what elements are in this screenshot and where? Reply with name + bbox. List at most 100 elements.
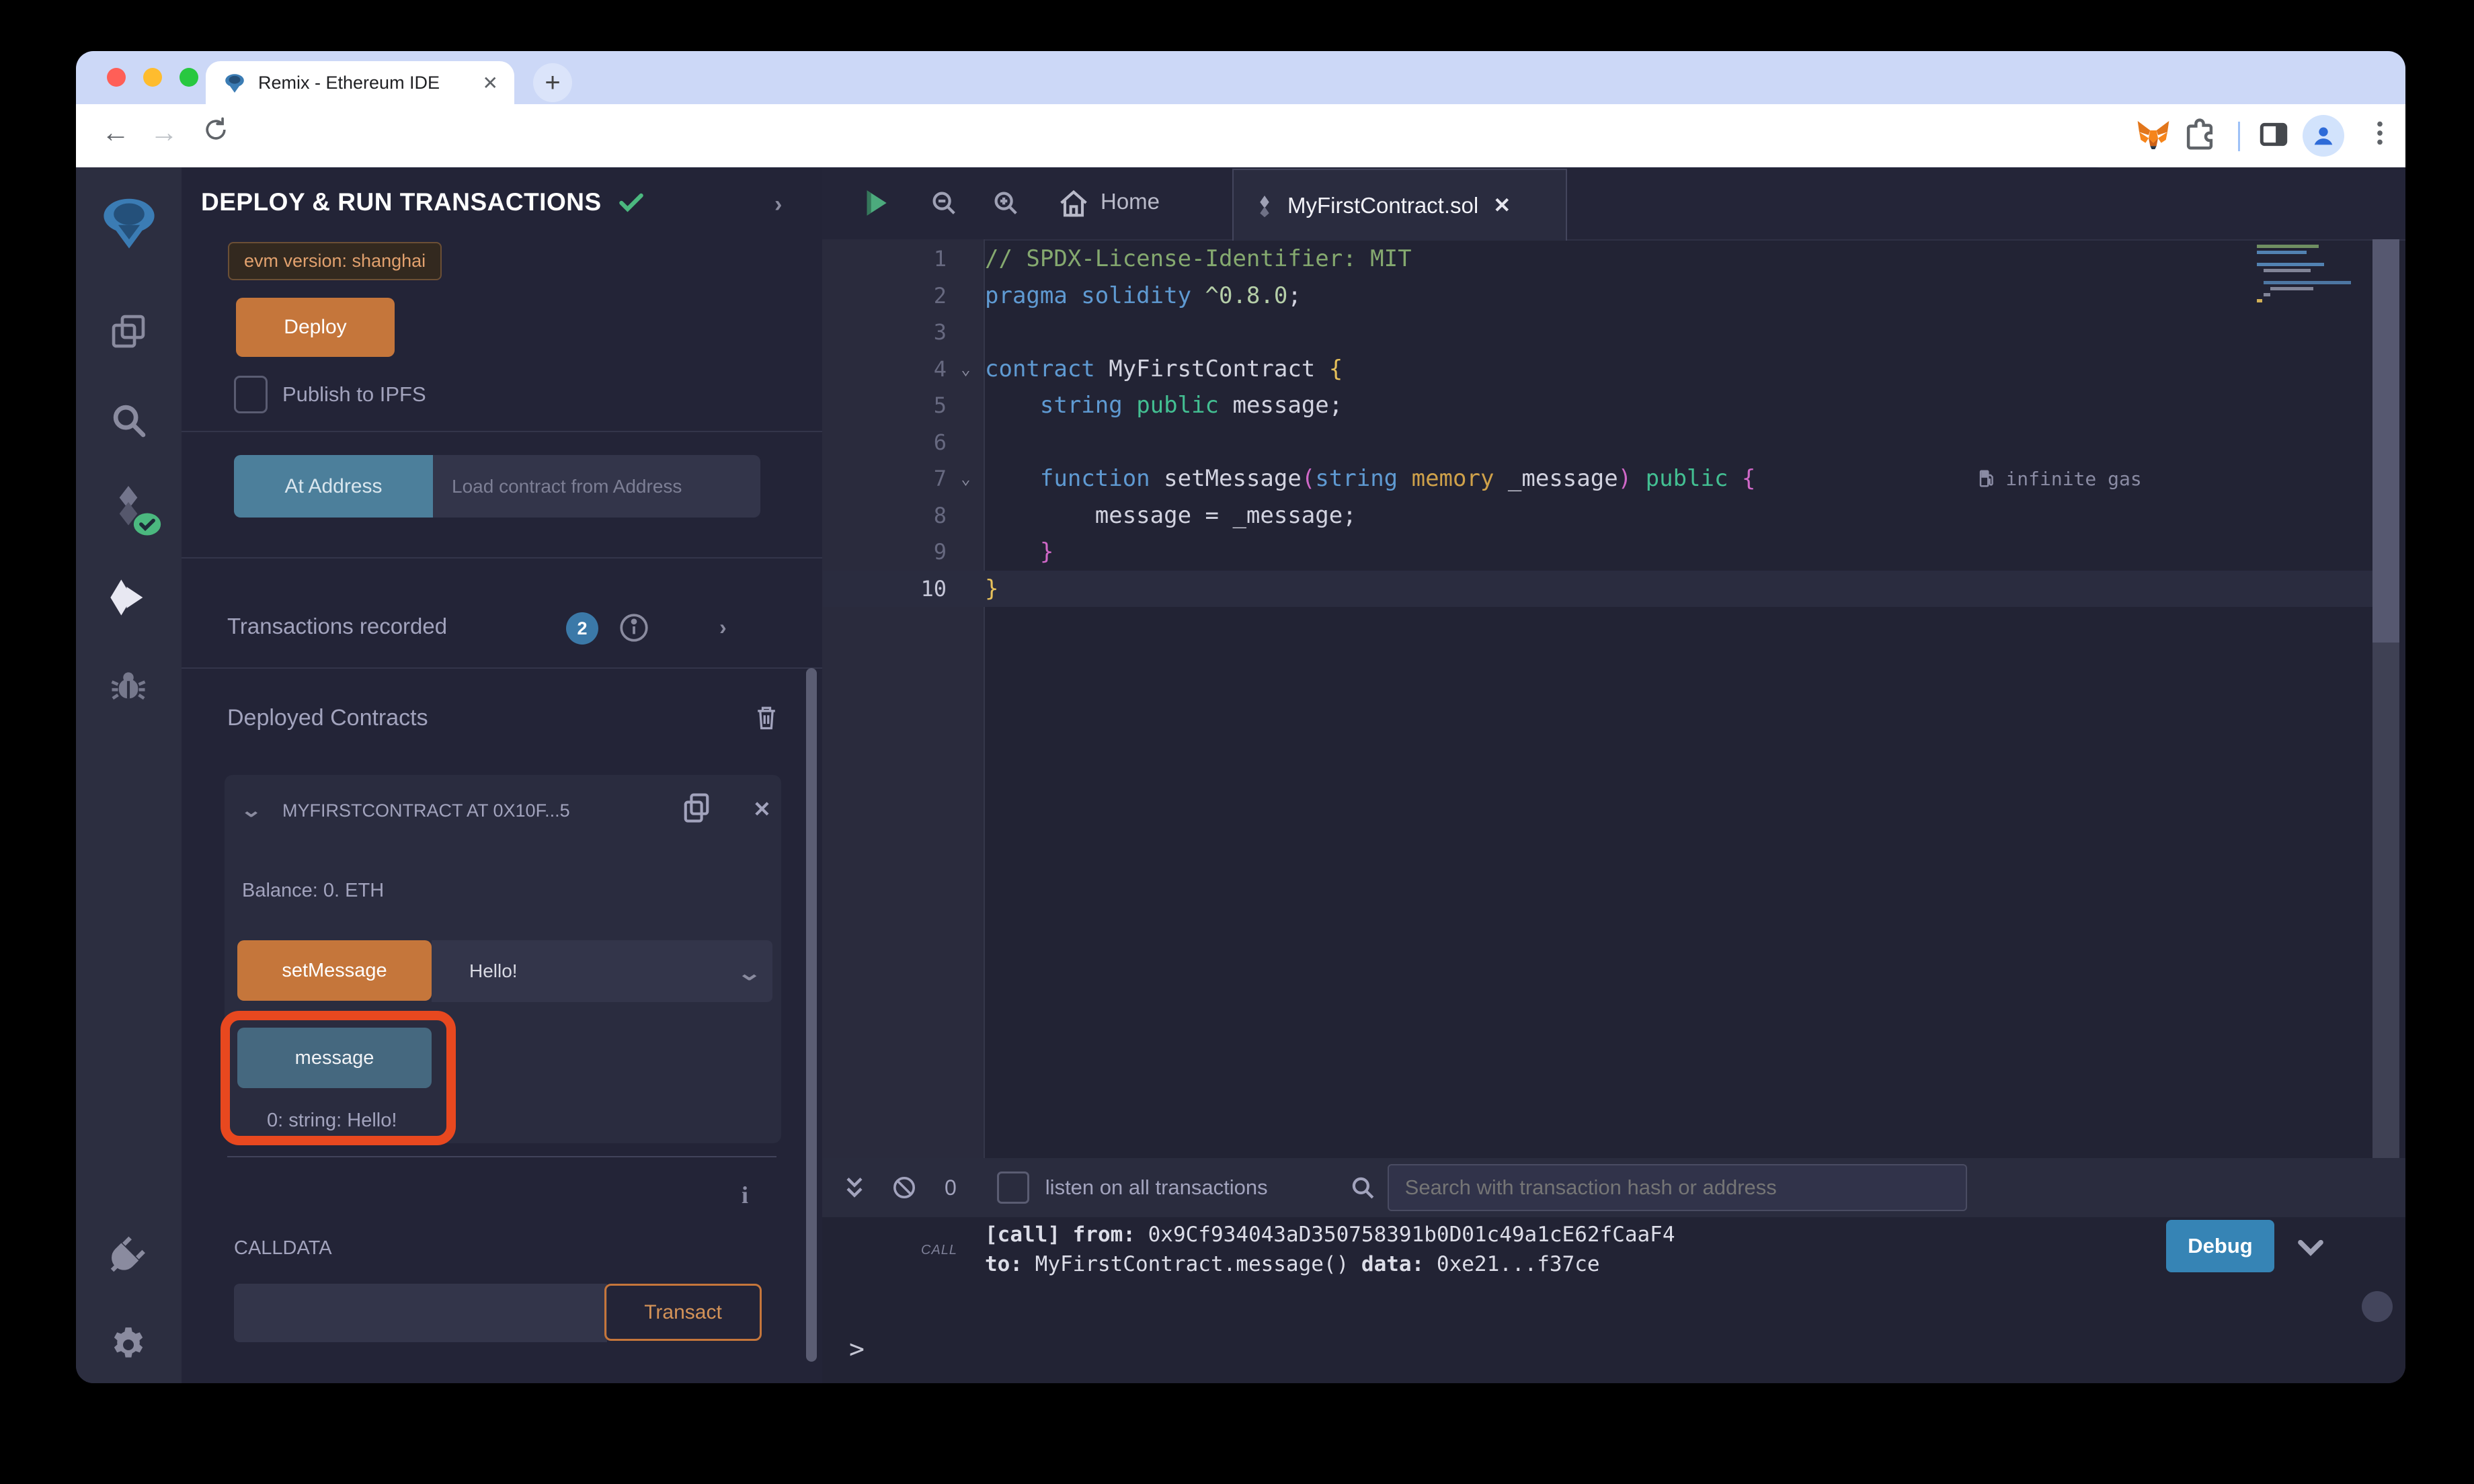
code-line[interactable]: 1// SPDX-License-Identifier: MIT	[822, 241, 2372, 278]
home-icon[interactable]	[1056, 186, 1091, 221]
browser-tab[interactable]: Remix - Ethereum IDE ✕	[206, 61, 514, 104]
window-minimize-button[interactable]	[143, 68, 162, 87]
plugin-manager-plug-icon[interactable]	[107, 1233, 150, 1276]
remix-favicon	[223, 71, 246, 94]
browser-tab-strip: Remix - Ethereum IDE ✕ +	[76, 51, 2405, 104]
terminal-toolbar: 0 listen on all transactions	[822, 1158, 2405, 1217]
deployed-contracts-label: Deployed Contracts	[227, 705, 428, 731]
editor-scrollbar-thumb[interactable]	[2372, 239, 2399, 643]
tab-title: Remix - Ethereum IDE	[258, 73, 483, 93]
code-lines[interactable]: 1// SPDX-License-Identifier: MIT2pragma …	[822, 241, 2372, 607]
zoom-in-icon[interactable]	[990, 188, 1021, 218]
transactions-recorded-label: Transactions recorded	[227, 614, 447, 639]
new-tab-button[interactable]: +	[533, 63, 572, 102]
remix-logo-icon[interactable]	[100, 194, 158, 252]
set-message-input[interactable]	[432, 940, 772, 1002]
panel-expand-chevron[interactable]: ›	[774, 192, 782, 218]
panel-title: DEPLOY & RUN TRANSACTIONS	[201, 188, 602, 216]
code-line[interactable]: 4⌄contract MyFirstContract {	[822, 351, 2372, 388]
file-tab-close-icon[interactable]: ✕	[1493, 194, 1511, 218]
remix-app: DEPLOY & RUN TRANSACTIONS › evm version:…	[76, 167, 2405, 1383]
calldata-input[interactable]	[234, 1284, 607, 1342]
deploy-run-panel: DEPLOY & RUN TRANSACTIONS › evm version:…	[182, 167, 822, 1383]
evm-version-badge: evm version: shanghai	[228, 242, 442, 280]
code-line[interactable]: 5 string public message;	[822, 387, 2372, 424]
tab-close-icon[interactable]: ✕	[483, 72, 498, 94]
at-address-button[interactable]: At Address	[234, 455, 433, 518]
side-panel-icon[interactable]	[2257, 118, 2290, 151]
back-icon[interactable]: ←	[102, 116, 130, 149]
terminal-log[interactable]: [call] from: 0x9Cf934043aD350758391b0D01…	[985, 1220, 1675, 1279]
code-line[interactable]: 7⌄ function setMessage(string memory _me…	[822, 460, 2372, 497]
message-getter-button[interactable]: message	[237, 1028, 432, 1088]
metamask-extension-icon[interactable]	[2134, 116, 2172, 154]
log-call-tag: CALL	[921, 1243, 957, 1258]
code-line[interactable]: 8 message = _message;	[822, 497, 2372, 534]
delete-contracts-trash-icon[interactable]	[752, 702, 781, 732]
at-address-input[interactable]	[433, 455, 760, 518]
forward-icon[interactable]: →	[150, 116, 178, 149]
debug-button[interactable]: Debug	[2166, 1220, 2274, 1272]
pending-tx-count: 0	[945, 1176, 957, 1200]
code-line[interactable]: 3	[822, 314, 2372, 351]
editor-toolbar: Home MyFirstContract.sol ✕	[822, 167, 2405, 241]
code-line[interactable]: 6	[822, 424, 2372, 461]
solidity-compiler-icon[interactable]	[107, 483, 150, 526]
copy-address-icon[interactable]	[679, 790, 714, 825]
file-tab-active[interactable]: MyFirstContract.sol ✕	[1232, 169, 1567, 241]
code-line[interactable]: 10}	[822, 571, 2372, 608]
editor-area: Home MyFirstContract.sol ✕ 1// SPDX-Lice…	[822, 167, 2405, 1383]
terminal-search-icon	[1349, 1173, 1377, 1202]
terminal-collapse-icon[interactable]	[841, 1174, 868, 1201]
terminal-prompt: >	[849, 1334, 865, 1364]
browser-window: Remix - Ethereum IDE ✕ + ← → remix.ether…	[76, 51, 2405, 1383]
publish-ipfs-checkbox[interactable]	[234, 376, 268, 413]
profile-avatar[interactable]	[2303, 115, 2344, 157]
editor-scrollbar[interactable]	[2372, 239, 2399, 1158]
browser-menu-kebab-icon[interactable]	[2364, 118, 2395, 149]
file-tab-title: MyFirstContract.sol	[1287, 193, 1478, 218]
code-line[interactable]: 2pragma solidity ^0.8.0;	[822, 278, 2372, 315]
contract-balance: Balance: 0. ETH	[242, 880, 384, 902]
terminal-search-input[interactable]	[1388, 1164, 1967, 1211]
reload-icon[interactable]	[201, 115, 231, 148]
file-explorer-icon[interactable]	[107, 310, 150, 353]
fold-chevron-icon[interactable]: ⌄	[947, 360, 985, 378]
transact-button[interactable]: Transact	[604, 1284, 762, 1341]
search-icon[interactable]	[107, 399, 150, 442]
listen-all-checkbox[interactable]	[997, 1171, 1029, 1204]
extensions-puzzle-icon[interactable]	[2182, 116, 2218, 153]
calldata-label: CALLDATA	[234, 1237, 332, 1260]
remove-contract-icon[interactable]: ✕	[753, 796, 771, 822]
set-message-button[interactable]: setMessage	[237, 940, 432, 1001]
run-script-play-icon[interactable]	[859, 186, 892, 220]
deploy-button[interactable]: Deploy	[236, 298, 395, 357]
window-close-button[interactable]	[107, 68, 126, 87]
window-zoom-button[interactable]	[179, 68, 198, 87]
infinite-gas-note: infinite gas	[1977, 468, 2141, 490]
low-level-info-icon[interactable]: i	[742, 1181, 748, 1209]
contract-collapse-chevron[interactable]: ⌄	[240, 799, 262, 821]
publish-ipfs-label: Publish to IPFS	[282, 382, 426, 407]
log-expand-chevron[interactable]	[2293, 1229, 2328, 1264]
toolbar-divider	[2238, 122, 2240, 151]
settings-gear-icon[interactable]	[107, 1323, 150, 1366]
transactions-expand-chevron[interactable]: ›	[719, 615, 727, 640]
icon-rail	[76, 167, 183, 1383]
terminal-scroll-dot[interactable]	[2362, 1291, 2393, 1322]
clear-console-icon[interactable]	[891, 1174, 918, 1201]
debugger-bug-icon[interactable]	[107, 665, 150, 708]
deploy-and-run-icon[interactable]	[107, 576, 150, 619]
compile-success-check-icon	[616, 188, 646, 217]
home-tab[interactable]: Home	[1101, 189, 1160, 214]
editor-minimap[interactable]	[2253, 241, 2372, 328]
message-output-value: 0: string: Hello!	[267, 1110, 397, 1132]
code-line[interactable]: 9 }	[822, 534, 2372, 571]
panel-scrollbar[interactable]	[806, 668, 817, 1362]
listen-all-label: listen on all transactions	[1045, 1176, 1268, 1200]
multiparam-expand-chevron[interactable]: ⌄	[737, 962, 762, 985]
transactions-info-icon[interactable]	[617, 611, 651, 645]
fold-chevron-icon[interactable]: ⌄	[947, 469, 985, 488]
zoom-out-icon[interactable]	[928, 188, 959, 218]
browser-toolbar: ← → remix.ethereum.org/#lang=en&optimize…	[76, 104, 2405, 168]
